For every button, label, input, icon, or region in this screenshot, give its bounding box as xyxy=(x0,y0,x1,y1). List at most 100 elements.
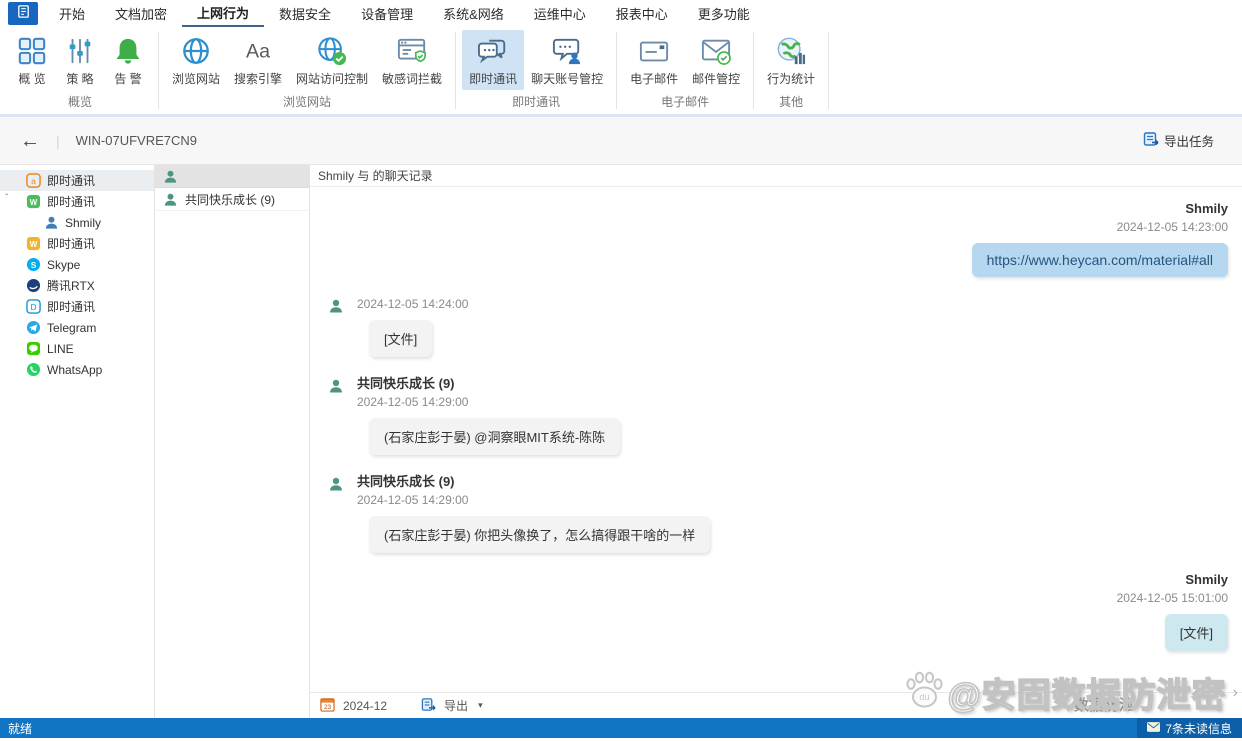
sidebar-item-im-root[interactable]: a 即时通讯 xyxy=(0,170,154,191)
ribbon: 概 览 策 略 告 警 概览 浏览网站 Aa 搜索引擎 网站访问控制 敏感词拦截… xyxy=(0,27,1242,117)
tab-data-security[interactable]: 数据安全 xyxy=(264,0,346,27)
svg-text:a: a xyxy=(31,176,36,186)
ribbon-separator xyxy=(753,32,755,109)
app-window: 开始 文档加密 上网行为 数据安全 设备管理 系统&网络 运维中心 报表中心 更… xyxy=(0,0,1242,741)
contact-list: 共同快乐成长 (9) xyxy=(155,165,310,718)
ribbon-group-other: 行为统计 其他 xyxy=(756,27,826,114)
tab-web-behavior[interactable]: 上网行为 xyxy=(182,0,265,27)
browse-websites-button[interactable]: 浏览网站 xyxy=(165,30,227,90)
back-arrow-icon[interactable]: ← xyxy=(20,131,40,151)
rtx-icon xyxy=(26,278,41,293)
ribbon-group-label: 浏览网站 xyxy=(283,95,332,109)
svg-text:S: S xyxy=(31,260,37,270)
ribbon-button-label: 告 警 xyxy=(114,72,142,86)
sidebar-item-label: 腾讯RTX xyxy=(47,279,95,293)
content-area: a 即时通讯 ˇ W 即时通讯 Shmily W 即时通讯 S Skype 腾讯… xyxy=(0,165,1242,718)
sidebar-item-tencent-rtx[interactable]: 腾讯RTX xyxy=(0,275,154,296)
email-button[interactable]: 电子邮件 xyxy=(623,30,685,90)
tab-system-network[interactable]: 系统&网络 xyxy=(428,0,519,27)
tab-doc-encryption[interactable]: 文档加密 xyxy=(100,0,182,27)
sidebar-item-label: Shmily xyxy=(65,215,102,230)
sidebar-item-label: WhatsApp xyxy=(47,362,103,377)
overview-button[interactable]: 概 览 xyxy=(8,30,56,90)
sidebar-item-whatsapp[interactable]: WhatsApp xyxy=(0,359,154,380)
export-tasks-button[interactable]: 导出任务 xyxy=(1143,131,1214,150)
ribbon-group-label: 电子邮件 xyxy=(661,95,710,109)
export-button[interactable]: 导出 xyxy=(444,697,468,714)
message-time: 2024-12-05 15:01:00 xyxy=(1116,591,1228,605)
sidebar-item-skype[interactable]: S Skype xyxy=(0,254,154,275)
unread-messages-button[interactable]: 7条未读信息 xyxy=(1137,718,1242,738)
contact-item-label: 共同快乐成长 (9) xyxy=(185,192,276,207)
tab-report-center[interactable]: 报表中心 xyxy=(601,0,683,27)
caret-down-icon[interactable]: ▾ xyxy=(478,700,483,711)
svg-text:23: 23 xyxy=(324,704,332,711)
month-filter[interactable]: 2024-12 xyxy=(343,699,387,713)
sidebar-item-label: 即时通讯 xyxy=(47,300,96,314)
website-access-control-button[interactable]: 网站访问控制 xyxy=(289,30,375,90)
mail-control-button[interactable]: 邮件管控 xyxy=(685,30,747,90)
ribbon-separator xyxy=(455,32,457,109)
tab-device-management[interactable]: 设备管理 xyxy=(346,0,428,27)
message-sender: 共同快乐成长 (9) xyxy=(357,376,455,391)
message-bubble[interactable]: https://www.heycan.com/material#all xyxy=(971,243,1228,277)
tab-more-features[interactable]: 更多功能 xyxy=(683,0,765,27)
message-sender: 共同快乐成长 (9) xyxy=(357,474,455,489)
search-engine-button[interactable]: Aa 搜索引擎 xyxy=(227,30,289,90)
export-icon xyxy=(421,697,436,715)
app-menu-button[interactable] xyxy=(8,2,38,25)
ribbon-button-label: 行为统计 xyxy=(767,72,816,86)
chat-panel: Shmily 与 的聊天记录 Shmily 2024-12-05 14:23:0… xyxy=(310,165,1242,718)
alert-button[interactable]: 告 警 xyxy=(104,30,152,90)
skype-icon: S xyxy=(26,257,41,272)
ribbon-group-browsing: 浏览网站 Aa 搜索引擎 网站访问控制 敏感词拦截 浏览网站 xyxy=(161,27,453,114)
sidebar-item-label: 即时通讯 xyxy=(47,195,96,209)
ribbon-group-label: 即时通讯 xyxy=(512,95,561,109)
message-bubble[interactable]: (石家庄彭于晏) 你把头像换了，怎么搞得跟干啥的一样 xyxy=(369,516,711,553)
message-time: 2024-12-05 14:23:00 xyxy=(1116,220,1228,234)
ribbon-group-overview: 概 览 策 略 告 警 概览 xyxy=(4,27,156,114)
person-avatar-icon xyxy=(328,378,344,394)
chevron-down-icon[interactable]: ˇ xyxy=(5,193,8,204)
ribbon-group-label: 概览 xyxy=(67,95,92,109)
sidebar-item-dingtalk[interactable]: D 即时通讯 xyxy=(0,296,154,317)
behavior-stats-button[interactable]: 行为统计 xyxy=(760,30,822,90)
ribbon-button-label: 浏览网站 xyxy=(172,72,221,86)
sidebar-item-wecom[interactable]: W 即时通讯 xyxy=(0,233,154,254)
im-sidebar: a 即时通讯 ˇ W 即时通讯 Shmily W 即时通讯 S Skype 腾讯… xyxy=(0,165,155,718)
globe-icon xyxy=(180,35,212,67)
tab-ops-center[interactable]: 运维中心 xyxy=(519,0,601,27)
chat-bubbles-icon xyxy=(477,35,509,67)
tab-start[interactable]: 开始 xyxy=(44,0,100,27)
instant-messaging-button[interactable]: 即时通讯 xyxy=(462,30,525,90)
telegram-icon xyxy=(26,320,41,335)
wechat-icon: W xyxy=(26,194,41,209)
chat-account-control-button[interactable]: 聊天账号管控 xyxy=(524,30,610,90)
mail-icon xyxy=(638,35,670,67)
unread-messages-label: 7条未读信息 xyxy=(1165,721,1232,736)
calendar-icon[interactable]: 23 xyxy=(320,697,335,715)
message-bubble[interactable]: [文件] xyxy=(369,320,433,357)
chat-message-list[interactable]: Shmily 2024-12-05 14:23:00 https://www.h… xyxy=(310,187,1242,692)
sidebar-item-wechat[interactable]: ˇ W 即时通讯 xyxy=(0,191,154,212)
contact-item-blank[interactable] xyxy=(155,165,309,188)
globe-check-icon xyxy=(316,35,348,67)
message-bubble[interactable]: [文件] xyxy=(1164,614,1228,651)
sidebar-item-label: LINE xyxy=(47,341,74,356)
policy-button[interactable]: 策 略 xyxy=(56,30,104,90)
sidebar-item-line[interactable]: LINE xyxy=(0,338,154,359)
chat-message: 2024-12-05 14:24:00 [文件] xyxy=(310,295,1242,357)
sidebar-item-label: Telegram xyxy=(47,320,97,335)
sidebar-item-telegram[interactable]: Telegram xyxy=(0,317,154,338)
window-shield-icon xyxy=(396,35,428,67)
ribbon-button-label: 电子邮件 xyxy=(630,72,679,86)
ribbon-group-label: 其他 xyxy=(779,95,804,109)
message-bubble[interactable]: (石家庄彭于晏) @洞察眼MIT系统-陈陈 xyxy=(369,418,621,455)
message-sender: Shmily xyxy=(1185,572,1228,587)
ribbon-button-label: 搜索引擎 xyxy=(234,72,283,86)
contact-item-group[interactable]: 共同快乐成长 (9) xyxy=(155,188,309,211)
sensitive-word-block-button[interactable]: 敏感词拦截 xyxy=(375,30,449,90)
svg-text:W: W xyxy=(30,198,38,207)
sidebar-item-shmily[interactable]: Shmily xyxy=(0,212,154,233)
whatsapp-icon xyxy=(26,362,41,377)
